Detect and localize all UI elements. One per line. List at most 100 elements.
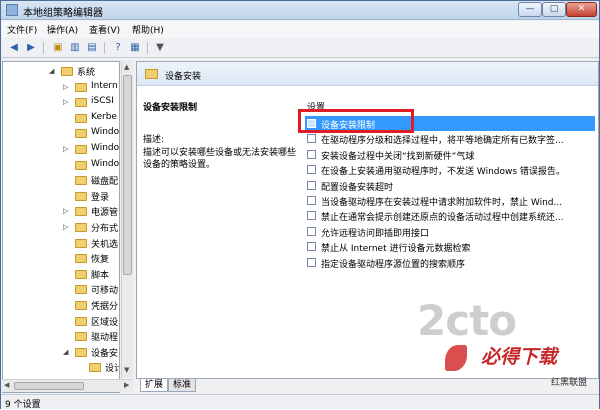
policy-setting-icon [307,242,316,252]
policy-row[interactable]: 禁止在通常会提示创建还原点的设备活动过程中创建系统还... [305,208,595,223]
tree-item[interactable]: 区域设 [3,314,119,329]
title-bar[interactable]: 本地组策略编辑器 — ▢ ✕ [1,1,599,20]
tree-item[interactable]: 设计 [3,360,119,375]
tree-item[interactable]: 磁盘配 [3,173,119,188]
tree-item[interactable]: 恢复 [3,251,119,266]
scroll-thumb[interactable] [123,75,132,275]
menu-view[interactable]: 查看(V) [89,23,120,36]
tab-extended[interactable]: 扩展 [140,379,169,392]
policy-setting-icon [307,134,316,144]
status-text: 9 个设置 [5,400,41,410]
menu-help[interactable]: 帮助(H) [132,23,164,36]
policy-setting-icon [307,196,316,205]
tree-item[interactable]: 驱动程 [3,329,119,344]
tree-item-label: Windo [91,158,120,169]
export-list-icon[interactable]: ▤ [85,41,99,55]
policy-row-label: 禁止从 Internet 进行设备元数据检索 [321,244,471,255]
filter-icon[interactable]: ▼ [153,41,167,55]
watermark: 必得下载 红黑联盟 [441,339,599,394]
policy-row-label: 在设备上安装通用驱动程序时，不发送 Windows 错误报告。 [321,167,565,178]
tree-horizontal-scrollbar[interactable]: ◀ ▶ [2,379,133,392]
tree-item[interactable]: 凭据分 [3,298,119,313]
tree-item[interactable]: ▷ 分布式 [3,220,119,235]
expand-arrow-icon[interactable]: ▷ [63,145,71,153]
folder-icon [75,129,87,139]
back-arrow-icon[interactable]: ◀ [7,41,21,55]
folder-icon [89,363,101,373]
tree-item-label: 脚本 [91,270,110,281]
tree-item[interactable]: 可移动 [3,282,119,297]
details-header-title: 设备安装 [165,72,202,82]
window: 本地组策略编辑器 — ▢ ✕ 文件(F) 操作(A) 查看(V) 帮助(H) ◀… [0,0,600,410]
menu-file[interactable]: 文件(F) [7,23,37,36]
watermark-site-text: 2cto [417,296,517,345]
toolbar: ◀ ▶ ▣ ▥ ▤ ? ▦ ▼ [1,38,599,58]
tab-standard[interactable]: 标准 [168,379,197,392]
expand-arrow-icon[interactable]: ▷ [63,223,71,231]
tree-item-label: 设备安 [91,348,119,359]
folder-icon [75,82,87,92]
folder-icon [75,207,87,217]
policy-row[interactable]: 禁止从 Internet 进行设备元数据检索 [305,239,595,254]
folder-icon [75,223,87,232]
tree-item[interactable]: Kerbe [3,111,119,126]
maximize-button[interactable]: ▢ [542,2,566,17]
help-icon[interactable]: ? [111,41,125,55]
tree-item[interactable]: ▷ iSCSI [3,95,119,110]
description-label: 描述: [143,135,165,145]
folder-icon [75,176,87,186]
tree-item-label: Windo [91,127,120,138]
policy-row[interactable]: 在驱动程序分级和选择过程中，将平等地确定所有已数字签... [305,131,595,146]
policy-editor-icon [6,4,18,16]
policy-row[interactable]: 指定设备驱动程序源位置的搜索顺序 [305,255,595,270]
expand-arrow-icon[interactable]: ▷ [63,98,71,106]
minimize-button[interactable]: — [518,2,542,17]
policy-row[interactable]: 配置设备安装超时 [305,178,595,193]
navigation-tree[interactable]: ◢ 系统 ▷ Intern ▷ iSCSI Kerbe Windo ▷ Windo Windo 磁盘配… [2,61,120,393]
properties-icon[interactable]: ▦ [128,41,142,55]
tree-item[interactable]: ◢ 系统 [3,64,119,79]
tree-item[interactable]: ▷ Intern [3,80,119,95]
scroll-down-icon[interactable]: ▼ [124,366,129,374]
folder-icon [75,316,87,326]
tree-item-label: Windo [91,143,120,153]
tree-item-label: 登录 [91,192,110,203]
tree-item[interactable]: Windo [3,126,120,141]
up-folder-icon[interactable]: ▣ [51,41,65,55]
folder-icon [75,269,87,279]
close-button[interactable]: ✕ [566,2,597,17]
tree-item[interactable]: 脚本 [3,267,119,282]
policy-row-label: 当设备驱动程序在安装过程中请求附加软件时，禁止 Wind... [321,198,563,208]
expand-arrow-icon[interactable]: ◢ [63,348,71,356]
policy-setting-icon [307,226,316,236]
scroll-right-icon[interactable]: ▶ [124,381,129,389]
tree-item[interactable]: 登录 [3,189,119,204]
show-tree-icon[interactable]: ▥ [68,41,82,55]
expand-arrow-icon[interactable]: ▷ [63,207,71,215]
policy-row[interactable]: 在设备上安装通用驱动程序时，不发送 Windows 错误报告。 [305,162,595,177]
tree-item[interactable]: ▷ 电源管 [3,204,119,219]
tree-item[interactable]: 关机选 [3,236,119,251]
scroll-left-icon[interactable]: ◀ [4,381,9,389]
policy-row[interactable]: 当设备驱动程序在安装过程中请求附加软件时，禁止 Wind... [305,193,595,208]
highlight-annotation [298,109,414,133]
tree-item-label: 区域设 [91,317,119,328]
tree-vertical-scrollbar[interactable]: ▲ ▼ [121,61,133,378]
leaf-logo-icon [445,345,467,371]
details-header: 设备安装 [137,62,598,86]
folder-icon [61,67,73,76]
policy-row[interactable]: 安装设备过程中关闭“找到新硬件”气球 [305,147,595,162]
tree-item[interactable]: ▷ Windo [3,142,120,157]
expand-arrow-icon[interactable]: ▷ [63,83,71,91]
tree-item-label: iSCSI [91,96,114,107]
menu-action[interactable]: 操作(A) [47,23,78,36]
description-text: 描述可以安装哪些设备或无法安装哪些设备的策略设置。 [143,148,297,170]
expand-arrow-icon[interactable]: ◢ [49,67,57,75]
policy-row[interactable]: 允许远程访问即插即用接口 [305,224,595,239]
scroll-up-icon[interactable]: ▲ [124,63,129,71]
tree-item[interactable]: ◢ 设备安 [3,345,119,360]
folder-icon [75,301,87,310]
tree-item[interactable]: Windo [3,158,120,173]
scroll-thumb[interactable] [14,382,84,390]
forward-arrow-icon[interactable]: ▶ [24,41,38,55]
